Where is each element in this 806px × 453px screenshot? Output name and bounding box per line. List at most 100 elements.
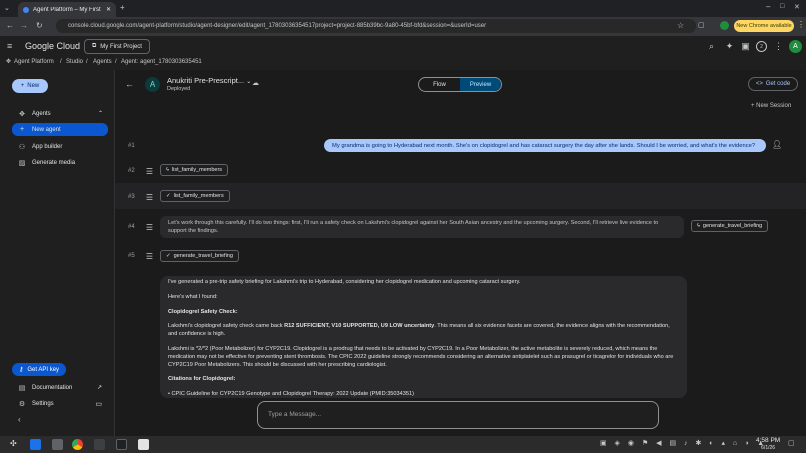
section-heading: Citations for Clopidogrel: [168,376,236,383]
minimize-window-icon[interactable]: – [766,2,770,11]
sidebar-item-settings[interactable]: ⚙ Settings ▭ [12,397,108,410]
account-avatar[interactable]: A [789,40,802,53]
clock[interactable]: 4:58 PM 6/1/26 [756,437,781,451]
code-icon: <> [755,81,763,87]
get-code-button[interactable]: <> Get code [748,77,798,91]
hamburger-menu-icon[interactable]: ≡ [7,41,12,51]
sidebar-section-agents[interactable]: ✥ Agents ⌃ [12,107,108,120]
function-call-icon: ϟ [697,223,700,229]
function-call-chip[interactable]: ϟ list_family_members [160,164,229,176]
agent-avatar: A [145,77,160,92]
cloud-shell-icon[interactable]: ▣ [740,41,751,52]
project-picker[interactable]: ⧉ My First Project [84,39,150,54]
breadcrumb: ✥ Agent Platform / Studio / Agents / Age… [0,58,806,69]
tab-flow[interactable]: Flow [419,78,460,91]
gear-icon: ⚙ [18,400,26,408]
metabolizer-detail: Lakshmi is *2/*2 (Poor Metabolizer) for … [168,345,674,368]
browser-menu-icon[interactable]: ⋮ [797,20,805,29]
console-header: ≡ Google Cloud ⧉ My First Project ⌕ ✦ ▣ … [0,36,806,58]
document-icon: ▤ [18,384,26,392]
function-response-chip[interactable]: ✓ list_family_members [160,190,230,202]
tab-title: Agent Platform – My First [33,6,101,13]
function-call-chip[interactable]: ϟ generate_travel_briefing [691,220,769,232]
launcher-icon[interactable]: ✣ [10,439,17,448]
agent-preview-panel: ← A Anukriti Pre-Prescript... ⌄ Deployed… [114,70,806,436]
clock-time: 4:58 PM [756,437,781,444]
profile-icon[interactable] [720,21,729,30]
close-tab-icon[interactable]: ✕ [106,6,111,13]
system-tray-icons[interactable]: ▣ ◈ ◉ ⚑ ◀ ▤ ♪ ✱ ◐ ▴ ⌂ ◗ ▲ [600,439,767,447]
plus-icon: + [20,83,25,89]
check-icon: ✓ [166,253,171,259]
maximize-window-icon[interactable]: □ [780,3,784,10]
bookmark-star-icon[interactable]: ☆ [677,21,684,30]
collapse-sidebar-icon[interactable]: ‹ [18,415,21,424]
breadcrumb-current: Agent: agent_1780303635451 [121,59,202,65]
new-tab-icon[interactable]: + [120,3,125,12]
notifications-icon[interactable]: 2 [756,41,767,52]
agent-status: Deployed [167,86,191,92]
agent-icon: ☰ [145,193,154,202]
gemini-spark-icon[interactable]: ✦ [724,41,735,52]
agents-icon: ✥ [19,110,25,118]
breadcrumb-separator: / [60,59,62,65]
section-heading: Clopidogrel Safety Check: [168,308,238,315]
turn-number: #4 [128,224,135,230]
breadcrumb-separator: / [115,59,117,65]
citation-item: • CPIC Guideline for CYP2C19 Genotype an… [168,391,414,398]
view-toggle: Flow Preview [418,77,502,92]
window-app-icon[interactable] [94,439,105,450]
search-icon[interactable]: ⌕ [706,41,717,52]
function-response-chip[interactable]: ✓ generate_travel_briefing [160,250,239,262]
sidebar-item-app-builder[interactable]: ⚇ App builder [12,140,108,153]
back-arrow-icon[interactable]: ← [125,79,134,89]
tab-preview[interactable]: Preview [460,78,501,91]
get-api-key-button[interactable]: ⚷ Get API key [12,363,66,376]
sidebar-item-new-agent[interactable]: + New agent [12,123,108,136]
chevron-down-icon: ⌄ [246,79,252,85]
panel-icon: ▭ [95,400,102,408]
breadcrumb-agent-platform[interactable]: Agent Platform [14,59,54,65]
new-session-button[interactable]: + New Session [751,103,791,109]
reload-icon[interactable]: ↻ [36,21,43,30]
browser-tab[interactable]: Agent Platform – My First ✕ [18,2,116,17]
file-manager-icon[interactable] [52,439,63,450]
message-input[interactable]: Type a Message... [257,401,659,429]
files-app-icon[interactable] [30,439,41,450]
sidebar-item-generate-media[interactable]: ▨ Generate media [12,156,108,169]
agent-final-response: I've generated a pre-trip safety briefin… [160,276,687,398]
tab-search-icon[interactable]: ⌄ [4,4,10,12]
tab-favicon-icon [23,6,29,13]
agent-name-dropdown[interactable]: Anukriti Pre-Prescript... ⌄ [167,76,251,85]
chrome-app-icon[interactable] [72,439,83,450]
breadcrumb-agents[interactable]: Agents [93,59,112,65]
agent-icon: ☰ [145,252,154,261]
safety-result: Lakshmi's clopidogrel safety check came … [168,323,670,338]
new-button[interactable]: + New [12,79,48,93]
external-link-icon: ↗ [96,385,102,391]
more-options-icon[interactable]: ⋮ [773,41,784,52]
turn-number: #3 [128,194,135,200]
google-cloud-logo[interactable]: Google Cloud [25,41,80,51]
chrome-update-chip[interactable]: New Chrome available [734,20,794,32]
project-icon: ⧉ [92,43,97,49]
user-icon: 👤︎ [772,140,783,149]
close-window-icon[interactable]: ✕ [794,3,800,11]
function-call-icon: ϟ [166,167,169,173]
browser-toolbar: ← → ↻ console.cloud.google.com/agent-pla… [0,17,806,36]
terminal-app-icon[interactable] [116,439,127,450]
app-icon[interactable] [138,439,149,450]
forward-icon[interactable]: → [20,21,28,30]
breadcrumb-separator: / [86,59,88,65]
notification-icon[interactable]: ▢ [788,439,795,447]
cloud-status-icon: ☁ [252,80,259,87]
back-icon[interactable]: ← [6,21,14,30]
address-bar[interactable]: console.cloud.google.com/agent-platform/… [56,19,696,33]
sidebar: + New ✥ Agents ⌃ + New agent ⚇ App build… [0,70,114,436]
chevron-up-icon: ⌃ [97,111,103,117]
breadcrumb-studio[interactable]: Studio [66,59,83,65]
extensions-icon[interactable]: ▢ [698,21,705,29]
turn-number: #5 [128,253,135,259]
project-name: My First Project [100,43,142,50]
sidebar-item-documentation[interactable]: ▤ Documentation ↗ [12,381,108,394]
